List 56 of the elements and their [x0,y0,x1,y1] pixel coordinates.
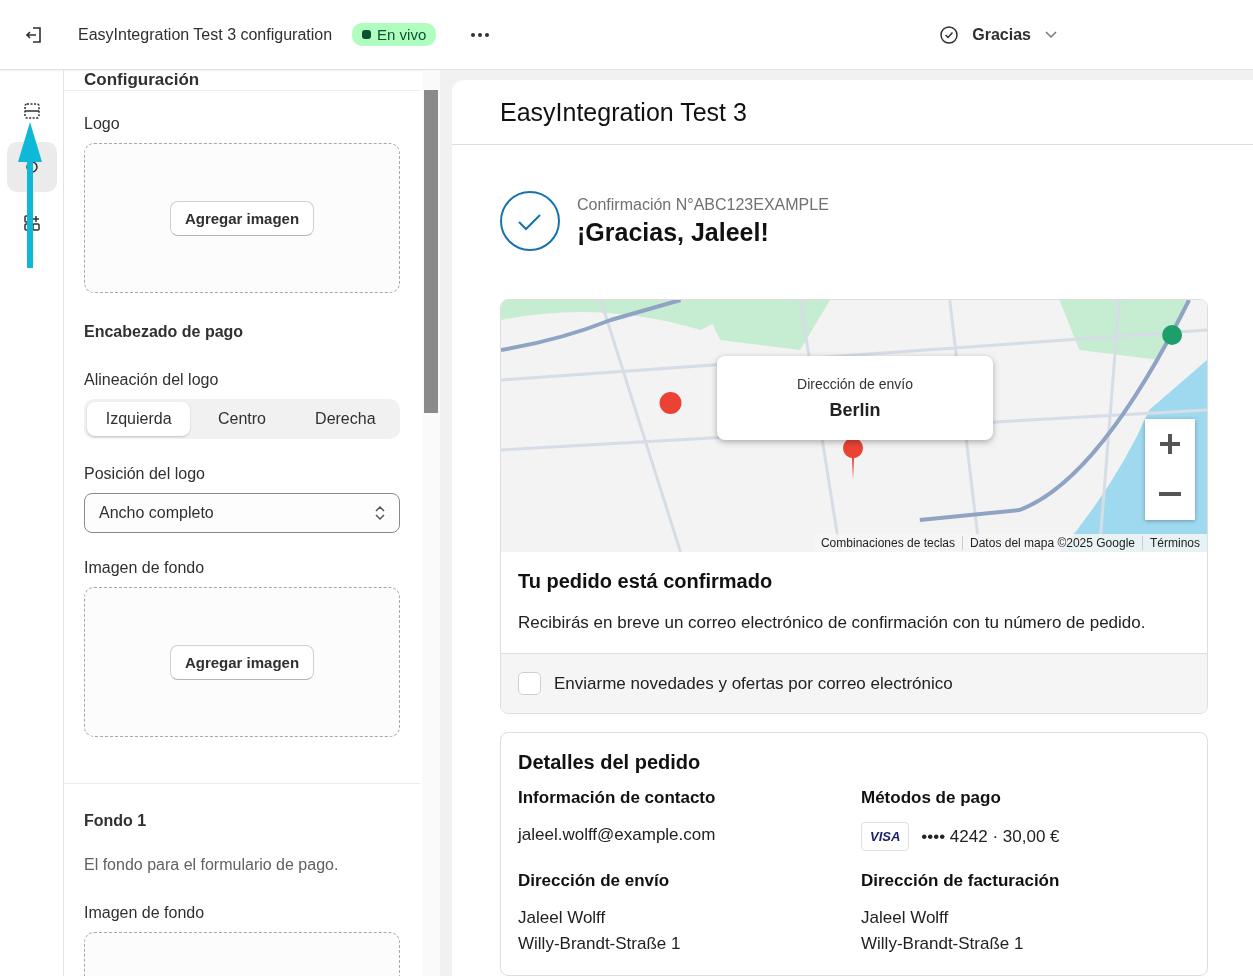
section-heading: Fondo 1 [84,812,148,830]
check-circle-icon [940,25,959,44]
block-heading: Dirección de envío [518,871,671,891]
newsletter-label: Enviarme novedades y ofertas por correo electrónico [554,673,953,694]
chevron-down-icon [1045,30,1057,39]
check-circle-icon [500,191,560,251]
section-description: El fondo para el formulario de pago. [84,856,340,874]
block-heading: Información de contacto [518,788,717,808]
detail-line: Willy-Brandt-Straße 1 [861,933,1025,955]
field-label: Logo [84,115,121,133]
newsletter-checkbox[interactable] [518,672,541,695]
detail-line: Willy-Brandt-Straße 1 [518,933,682,955]
section-heading: Encabezado de pago [84,323,245,341]
block-heading: Dirección de facturación [861,871,1061,891]
exit-icon [24,24,44,45]
panel-title: Configuración [64,70,420,91]
payment-detail: •••• 4242 · 30,00 € [921,825,1060,848]
field-label: Alineación del logo [84,371,220,389]
alignment-option[interactable]: Izquierda [87,402,191,436]
layout-icon [22,102,41,120]
more-icon [470,31,491,38]
map-attribution-link[interactable]: Combinaciones de teclas [813,536,963,550]
popup-city: Berlin [829,399,881,421]
image-dropzone[interactable]: Agregar imagen [84,587,400,737]
map-attribution-link[interactable]: Términos [1142,536,1207,550]
field-label: Posición del logo [84,465,206,483]
add-image-button[interactable]: Agregar imagen [169,200,315,236]
detail-line: Jaleel Wolff [861,907,950,929]
card-brand: VISA [861,822,910,851]
popup-label: Dirección de envío [797,375,913,392]
detail-line: jaleel.wolff@example.com [518,824,717,846]
image-dropzone[interactable]: Agregar imagen [84,143,400,293]
confirmed-heading: Tu pedido está confirmado [518,570,774,593]
thank-you-heading: ¡Gracias, Jaleel! [577,217,770,247]
add-image-button[interactable]: Agregar imagen [169,644,315,680]
zoom-out-button[interactable] [1145,469,1195,519]
alignment-option[interactable]: Derecha [293,402,397,436]
shop-name: EasyIntegration Test 3 [452,80,1253,145]
scrollbar[interactable] [422,70,440,976]
field-label: Imagen de fondo [84,904,206,922]
details-heading: Detalles del pedido [518,751,702,774]
field-label: Imagen de fondo [84,559,206,577]
page-selector[interactable]: Gracias [934,24,1063,45]
chevron-updown-icon [375,505,385,521]
status-badge: En vivo [352,23,437,46]
confirmed-text: Recibirás en breve un correo electrónico de confirmación con tu número de pedido. [518,613,1147,633]
window-title: EasyIntegration Test 3 configuration [78,25,333,44]
position-select[interactable]: Ancho completo [84,493,400,533]
minus-icon [1159,492,1181,496]
detail-line: Jaleel Wolff [518,907,607,929]
zoom-in-button[interactable] [1145,419,1195,469]
plus-icon [1159,433,1181,455]
block-heading: Métodos de pago [861,788,1002,808]
map-attribution-link[interactable]: Datos del mapa ©2025 Google [962,536,1142,550]
confirmation-number: Confirmación N°ABC123EXAMPLE [577,195,829,214]
alignment-option[interactable]: Centro [190,402,294,436]
